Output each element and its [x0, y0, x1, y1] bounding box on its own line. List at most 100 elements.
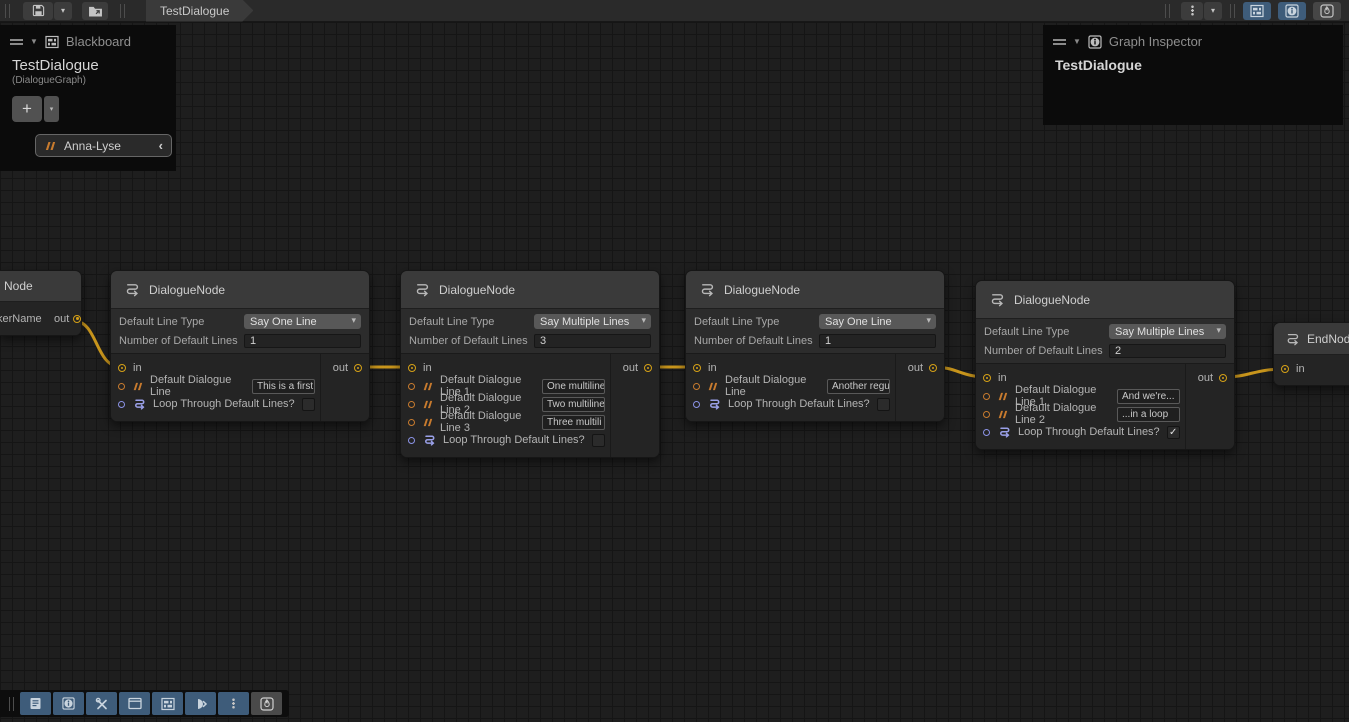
- out-port[interactable]: [929, 364, 937, 372]
- blackboard-icon: [1250, 4, 1264, 18]
- loop-port[interactable]: [408, 437, 415, 444]
- out-port[interactable]: [1219, 374, 1227, 382]
- dialogue-line-port[interactable]: [408, 401, 415, 408]
- node-header[interactable]: Node: [0, 271, 81, 302]
- console-button[interactable]: [20, 692, 51, 715]
- in-port[interactable]: [118, 364, 126, 372]
- in-port-label: in: [133, 362, 142, 374]
- graph-canvas[interactable]: ▼ Blackboard TestDialogue (DialogueGraph…: [0, 22, 1349, 722]
- count-field[interactable]: 3: [534, 334, 651, 348]
- blackboard-graph-name: TestDialogue: [12, 57, 164, 74]
- graph-inspector-toggle-button[interactable]: [1278, 2, 1306, 20]
- graph-tab[interactable]: TestDialogue: [146, 0, 253, 22]
- toolbar-grip[interactable]: [9, 697, 14, 711]
- dialogue-line-label: Default Dialogue Line 3: [440, 410, 535, 434]
- out-port[interactable]: [73, 315, 81, 323]
- more-menu-dropdown[interactable]: ▾: [1204, 2, 1222, 20]
- count-label: Number of Default Lines: [119, 335, 244, 347]
- open-asset-button[interactable]: [82, 2, 108, 20]
- transition-button[interactable]: [185, 692, 216, 715]
- dialogue-line-port[interactable]: [408, 383, 415, 390]
- blackboard-button[interactable]: [152, 692, 183, 715]
- toolbar-grip[interactable]: [120, 4, 125, 18]
- count-field[interactable]: 1: [244, 334, 361, 348]
- dialogue-node-3[interactable]: DialogueNode Default Line Type Say One L…: [685, 270, 945, 422]
- window-button[interactable]: [119, 692, 150, 715]
- add-property-button[interactable]: +: [12, 96, 42, 122]
- line-type-value: Say Multiple Lines: [1115, 326, 1204, 338]
- end-node[interactable]: EndNode in: [1273, 322, 1349, 386]
- collapse-triangle-icon[interactable]: ▼: [1073, 37, 1081, 46]
- blackboard-property-anna-lyse[interactable]: Anna-Lyse ‹: [35, 134, 172, 157]
- node-title: Node: [2, 279, 33, 293]
- out-port[interactable]: [354, 364, 362, 372]
- loop-checkbox[interactable]: [302, 398, 315, 411]
- flame-icon: [1320, 4, 1334, 18]
- blackboard-toggle-button[interactable]: [1243, 2, 1271, 20]
- dialogue-line-field[interactable]: One multiline: [542, 379, 605, 394]
- flame-toggle-button[interactable]: [1313, 2, 1341, 20]
- dialogue-line-field[interactable]: And we're...: [1117, 389, 1180, 404]
- dialogue-line-field[interactable]: ...in a loop: [1117, 407, 1180, 422]
- save-button[interactable]: [23, 2, 53, 20]
- blackboard-header[interactable]: ▼ Blackboard: [0, 25, 176, 53]
- out-port[interactable]: [644, 364, 652, 372]
- dialogue-line-port[interactable]: [118, 383, 125, 390]
- flame-button[interactable]: [251, 692, 282, 715]
- loop-checkbox[interactable]: [1167, 426, 1180, 439]
- line-type-dropdown[interactable]: Say One Line: [819, 314, 936, 329]
- line-type-label: Default Line Type: [119, 316, 244, 328]
- in-port[interactable]: [408, 364, 416, 372]
- node-header[interactable]: DialogueNode: [111, 271, 369, 309]
- dialogue-line-field[interactable]: Three multili: [542, 415, 605, 430]
- info-icon: [1285, 4, 1299, 18]
- in-port-label: in: [1296, 363, 1305, 375]
- dialogue-node-2[interactable]: DialogueNode Default Line Type Say Multi…: [400, 270, 660, 458]
- graph-inspector-header[interactable]: ▼ Graph Inspector: [1043, 25, 1343, 53]
- node-header[interactable]: EndNode: [1274, 323, 1349, 355]
- info-icon: [62, 697, 75, 710]
- count-field[interactable]: 1: [819, 334, 936, 348]
- toolbar-grip[interactable]: [1230, 4, 1235, 18]
- loop-checkbox[interactable]: [877, 398, 890, 411]
- quote-icon: [44, 141, 56, 151]
- loop-port[interactable]: [693, 401, 700, 408]
- dialogue-node-1[interactable]: DialogueNode Default Line Type Say One L…: [110, 270, 370, 422]
- speaker-node-partial[interactable]: Node kerName out: [0, 270, 82, 336]
- dialogue-node-icon: [698, 282, 715, 297]
- more-menu-button[interactable]: [1181, 2, 1203, 20]
- loop-port[interactable]: [983, 429, 990, 436]
- loop-checkbox[interactable]: [592, 434, 605, 447]
- top-toolbar: ▾ TestDialogue ▾: [0, 0, 1349, 22]
- dialogue-line-port[interactable]: [983, 411, 990, 418]
- dialogue-line-port[interactable]: [983, 393, 990, 400]
- loop-port[interactable]: [118, 401, 125, 408]
- toolbar-grip[interactable]: [5, 4, 10, 18]
- line-type-dropdown[interactable]: Say Multiple Lines: [1109, 324, 1226, 339]
- dialogue-line-port[interactable]: [693, 383, 700, 390]
- line-type-dropdown[interactable]: Say Multiple Lines: [534, 314, 651, 329]
- dialogue-line-port[interactable]: [408, 419, 415, 426]
- toolbar-grip[interactable]: [1165, 4, 1170, 18]
- collapse-triangle-icon[interactable]: ▼: [30, 37, 38, 46]
- add-property-dropdown[interactable]: ▾: [44, 96, 59, 122]
- in-port[interactable]: [693, 364, 701, 372]
- tools-button[interactable]: [86, 692, 117, 715]
- node-header[interactable]: DialogueNode: [976, 281, 1234, 319]
- more-button[interactable]: [218, 692, 249, 715]
- inspector-graph-name: TestDialogue: [1055, 57, 1331, 74]
- dialogue-line-field[interactable]: Another regu: [827, 379, 890, 394]
- chevron-left-icon[interactable]: ‹: [159, 138, 163, 153]
- save-dropdown-button[interactable]: ▾: [54, 2, 72, 20]
- dialogue-line-field[interactable]: Two multiline: [542, 397, 605, 412]
- inspector-button[interactable]: [53, 692, 84, 715]
- dialogue-node-4[interactable]: DialogueNode Default Line Type Say Multi…: [975, 280, 1235, 450]
- in-port[interactable]: [983, 374, 991, 382]
- in-port[interactable]: [1281, 365, 1289, 373]
- count-field[interactable]: 2: [1109, 344, 1226, 358]
- line-type-dropdown[interactable]: Say One Line: [244, 314, 361, 329]
- node-header[interactable]: DialogueNode: [401, 271, 659, 309]
- in-port-label: in: [708, 362, 717, 374]
- dialogue-line-field[interactable]: This is a first: [252, 379, 315, 394]
- node-header[interactable]: DialogueNode: [686, 271, 944, 309]
